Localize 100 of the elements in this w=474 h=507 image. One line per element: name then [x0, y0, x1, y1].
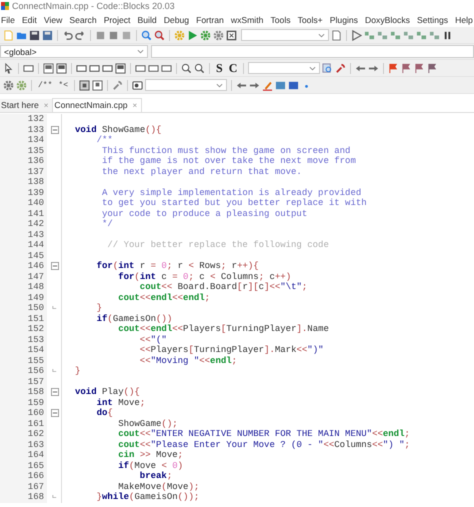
line-number: 146: [0, 261, 47, 272]
frame-icon[interactable]: [23, 62, 34, 74]
editor-tab[interactable]: ConnectNmain.cpp ×: [52, 98, 142, 112]
flag-icon[interactable]: [401, 62, 412, 74]
menu-item[interactable]: Help: [455, 14, 473, 24]
fold-toggle-icon[interactable]: [50, 388, 58, 396]
save-icon[interactable]: [29, 30, 40, 40]
save-all-icon[interactable]: [42, 30, 53, 40]
menu-item[interactable]: DoxyBlocks: [365, 14, 410, 24]
code-line: cout<< Board.Board[r][c]<<"\t";: [138, 282, 308, 292]
style-button[interactable]: C: [226, 60, 240, 76]
search-icon[interactable]: [322, 62, 334, 74]
code-line: <<"(": [138, 334, 167, 345]
line-number: 151: [0, 314, 47, 324]
line-number: 155: [0, 356, 47, 366]
menu-item[interactable]: wxSmith: [230, 14, 264, 24]
line-number: 167: [0, 482, 47, 492]
menu-item[interactable]: Tools: [270, 14, 291, 24]
code-line: <<"Moving "<<endl;: [138, 356, 238, 366]
fold-toggle-icon[interactable]: [50, 262, 58, 270]
menu-item[interactable]: Build: [138, 14, 157, 24]
frame-icon[interactable]: [161, 62, 172, 74]
code-line: ShowGame();: [117, 418, 178, 429]
frame-icon[interactable]: [148, 62, 159, 74]
line-number: 140: [0, 198, 47, 208]
caret-icon: [309, 66, 316, 70]
gear-icon[interactable]: [213, 30, 224, 40]
style-button[interactable]: S: [214, 60, 225, 76]
line-number: 137: [0, 166, 47, 177]
code-line: if(GameisOn()): [96, 314, 172, 324]
line-number: 168: [0, 492, 47, 502]
line-number: 138: [0, 177, 47, 188]
menu-item[interactable]: Plugins: [330, 14, 358, 24]
frame-icon[interactable]: [135, 62, 146, 74]
menu-item[interactable]: Fortran: [196, 14, 224, 24]
frame-icon[interactable]: [92, 80, 104, 90]
run-icon[interactable]: [187, 30, 198, 40]
replace-icon[interactable]: [154, 30, 165, 40]
app-icon: [1, 2, 9, 10]
undo-icon[interactable]: [62, 30, 73, 40]
comment-button[interactable]: /**: [36, 80, 54, 90]
menu-item[interactable]: Debug: [164, 14, 190, 24]
gear-icon[interactable]: [16, 80, 27, 90]
line-number: 150: [0, 303, 47, 314]
code-line: if(Move < 0): [117, 460, 184, 471]
code-line: This function must show the game on screen and: [101, 146, 350, 156]
wrench-icon[interactable]: [335, 62, 346, 74]
menu-item[interactable]: Search: [69, 14, 97, 24]
frame-icon[interactable]: [76, 62, 87, 74]
line-number: 141: [0, 208, 47, 219]
code-line: // Your better replace the following code: [106, 240, 329, 250]
menu-item[interactable]: File: [1, 14, 15, 24]
zoom-out-icon[interactable]: [194, 62, 205, 74]
stop-icon[interactable]: [226, 30, 237, 40]
menu-item[interactable]: Project: [104, 14, 130, 24]
caret-icon: [137, 49, 144, 54]
line-number: 144: [0, 240, 47, 250]
code-line: void Play(){: [75, 387, 140, 398]
line-number: 154: [0, 345, 47, 356]
line-number: 134: [0, 135, 47, 146]
editor-tab[interactable]: Start here ×: [0, 99, 52, 112]
frame-icon[interactable]: [102, 62, 113, 74]
wrench-icon[interactable]: [112, 80, 124, 90]
play-icon[interactable]: [351, 30, 362, 40]
menu-item[interactable]: View: [44, 14, 62, 24]
code-line: /**: [96, 135, 113, 146]
code-line: */: [101, 219, 113, 230]
flag-icon[interactable]: [414, 62, 426, 74]
menu-item[interactable]: Settings: [417, 14, 448, 24]
code-line: void ShowGame(){: [75, 124, 162, 135]
code-line: for(int c = 0; c < Columns; c++): [117, 272, 292, 282]
line-number: 158: [0, 387, 47, 398]
tag-icon[interactable]: [132, 80, 144, 90]
scope-dropdown[interactable]: <global>: [0, 45, 148, 58]
fold-toggle-icon[interactable]: [50, 126, 58, 134]
pause-icon[interactable]: [442, 30, 453, 40]
search-icon[interactable]: [141, 30, 152, 40]
redo-icon[interactable]: [75, 30, 86, 40]
line-number: 148: [0, 282, 47, 292]
menu-item[interactable]: Edit: [22, 14, 37, 24]
line-number: 142: [0, 219, 47, 230]
code-line: do{: [96, 408, 113, 418]
fold-toggle-icon[interactable]: [50, 409, 58, 418]
flag-icon[interactable]: [388, 62, 400, 74]
zoom-in-icon[interactable]: [181, 62, 192, 74]
gear-icon[interactable]: [200, 30, 211, 40]
line-number: 153: [0, 334, 47, 345]
comment-button[interactable]: *<: [56, 80, 70, 90]
menu-item[interactable]: Tools+: [298, 14, 323, 24]
line-number: 147: [0, 272, 47, 282]
window-title: ConnectNmain.cpp - Code::Blocks 20.03: [12, 1, 175, 11]
document-icon[interactable]: [331, 30, 342, 40]
pencil-icon[interactable]: [262, 80, 274, 90]
code-line: for(int r = 0; r < Rows; r++){: [96, 261, 259, 272]
line-number: 156: [0, 366, 47, 376]
line-number: 139: [0, 188, 47, 198]
flag-icon[interactable]: [427, 62, 438, 74]
gear-icon[interactable]: [3, 80, 14, 90]
frame-icon[interactable]: [89, 62, 100, 74]
pointer-icon[interactable]: [3, 62, 14, 74]
